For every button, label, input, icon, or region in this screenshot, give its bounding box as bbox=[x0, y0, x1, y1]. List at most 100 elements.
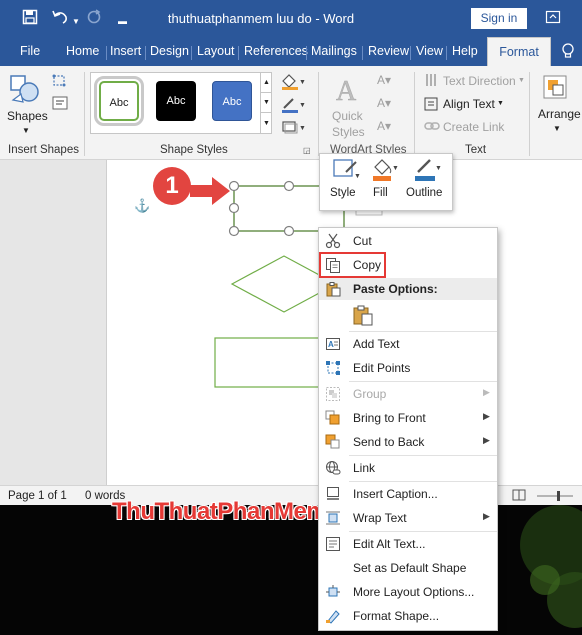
tab-review[interactable]: Review bbox=[368, 44, 409, 58]
tab-help[interactable]: Help bbox=[452, 44, 478, 58]
shape-styles-launcher-icon[interactable]: ◲ bbox=[303, 146, 311, 155]
gallery-scroll-up[interactable]: ▲ bbox=[260, 73, 272, 92]
menu-item-add-text[interactable]: A Add Text bbox=[319, 333, 497, 355]
copy-highlight-box bbox=[319, 252, 386, 278]
create-link-button[interactable]: Create Link bbox=[443, 120, 504, 134]
style-icon[interactable]: ▼ bbox=[332, 158, 361, 183]
arrange-dropdown-icon[interactable]: ▼ bbox=[553, 124, 561, 133]
title-bar: ▼ ▬ thuthuatphanmem luu do - Word Sign i… bbox=[0, 0, 582, 38]
ribbon-display-options-icon[interactable] bbox=[545, 9, 561, 30]
shape-effects-icon[interactable]: ▼ bbox=[280, 118, 306, 139]
text-effects-icon[interactable]: A▾ bbox=[377, 119, 391, 133]
gallery-more[interactable]: ▼ bbox=[260, 112, 272, 133]
menu-item-insert-caption[interactable]: Insert Caption... bbox=[319, 483, 497, 505]
fill-icon[interactable]: ▼ bbox=[370, 156, 400, 185]
outline-icon[interactable]: ▼ bbox=[412, 156, 442, 185]
tab-format[interactable]: Format bbox=[487, 37, 551, 67]
outline-button[interactable]: Outline bbox=[406, 187, 442, 199]
fill-button[interactable]: Fill bbox=[373, 187, 388, 199]
text-direction-dropdown-icon[interactable]: ▼ bbox=[518, 77, 525, 84]
arrange-icon[interactable] bbox=[542, 74, 570, 105]
style-button[interactable]: Style bbox=[330, 187, 356, 199]
tab-references[interactable]: References bbox=[244, 44, 308, 58]
align-text-dropdown-icon[interactable]: ▼ bbox=[497, 100, 504, 107]
menu-item-bring-to-front[interactable]: Bring to Front ▶ bbox=[319, 407, 497, 429]
quick-styles-button[interactable]: Quick Styles bbox=[332, 108, 372, 140]
edit-shape-icon[interactable] bbox=[52, 74, 70, 91]
text-direction-button[interactable]: Text Direction bbox=[443, 74, 516, 88]
edit-points-icon bbox=[325, 360, 341, 376]
shape-style-outline[interactable]: Abc bbox=[94, 76, 144, 126]
read-mode-icon[interactable] bbox=[512, 489, 526, 504]
tab-divider bbox=[446, 46, 447, 60]
link-icon bbox=[424, 120, 440, 135]
menu-item-link[interactable]: Link bbox=[319, 457, 497, 479]
menu-label: Edit Points bbox=[353, 361, 411, 375]
group-label-shape-styles: Shape Styles bbox=[160, 144, 228, 156]
group-icon bbox=[325, 386, 341, 402]
mini-toolbar: ▼ Style ▼ Fill ▼ Outline bbox=[319, 153, 453, 211]
group-label-insert-shapes: Insert Shapes bbox=[8, 144, 79, 156]
menu-item-edit-points[interactable]: Edit Points bbox=[319, 357, 497, 379]
svg-text:▼: ▼ bbox=[354, 173, 360, 180]
shape-outline-icon[interactable]: ▼ bbox=[280, 95, 306, 116]
send-to-back-icon bbox=[325, 434, 341, 450]
menu-separator bbox=[349, 481, 497, 482]
shape-style-blue[interactable]: Abc bbox=[212, 81, 252, 121]
process-rectangle-shape[interactable] bbox=[214, 337, 336, 388]
menu-item-set-default-shape[interactable]: Set as Default Shape bbox=[319, 557, 497, 579]
shapes-dropdown-icon[interactable]: ▼ bbox=[22, 126, 30, 135]
tab-design[interactable]: Design bbox=[150, 44, 189, 58]
tab-insert[interactable]: Insert bbox=[110, 44, 141, 58]
align-text-icon bbox=[424, 97, 438, 114]
text-outline-icon[interactable]: A▾ bbox=[377, 96, 391, 110]
menu-item-group[interactable]: Group ▶ bbox=[319, 383, 497, 405]
tab-divider bbox=[191, 46, 192, 60]
tab-home[interactable]: Home bbox=[66, 44, 99, 58]
link-globe-icon bbox=[325, 460, 341, 476]
menu-item-more-layout-options[interactable]: More Layout Options... bbox=[319, 581, 497, 603]
shape-fill-icon[interactable]: ▼ bbox=[280, 72, 306, 93]
submenu-arrow-icon: ▶ bbox=[483, 387, 490, 397]
menu-item-format-shape[interactable]: Format Shape... bbox=[319, 605, 497, 627]
tab-divider bbox=[410, 46, 411, 60]
shapes-icon[interactable] bbox=[9, 74, 41, 107]
menu-label: Link bbox=[353, 461, 376, 475]
paste-keep-source-icon[interactable] bbox=[352, 304, 374, 329]
menu-item-wrap-text[interactable]: Wrap Text ▶ bbox=[319, 507, 497, 529]
tab-mailings[interactable]: Mailings bbox=[311, 44, 357, 58]
tab-view[interactable]: View bbox=[416, 44, 443, 58]
gallery-scroll-down[interactable]: ▼ bbox=[260, 92, 272, 112]
menu-label: Wrap Text bbox=[353, 511, 407, 525]
tab-divider bbox=[238, 46, 239, 60]
lightbulb-icon[interactable] bbox=[561, 42, 575, 63]
menu-item-send-to-back[interactable]: Send to Back ▶ bbox=[319, 431, 497, 453]
page-count[interactable]: Page 1 of 1 bbox=[8, 490, 67, 502]
menu-label: Paste Options: bbox=[353, 282, 438, 296]
menu-item-cut[interactable]: Cut bbox=[319, 230, 497, 252]
wrap-text-icon bbox=[325, 510, 341, 526]
format-shape-icon bbox=[325, 608, 341, 624]
arrange-button[interactable]: Arrange bbox=[538, 107, 581, 121]
quick-styles-icon[interactable]: A bbox=[334, 74, 366, 109]
zoom-slider-icon[interactable] bbox=[535, 490, 575, 502]
menu-separator bbox=[349, 455, 497, 456]
menu-item-edit-alt-text[interactable]: Edit Alt Text... bbox=[319, 533, 497, 555]
svg-text:▼: ▼ bbox=[299, 125, 306, 132]
tab-layout[interactable]: Layout bbox=[197, 44, 235, 58]
resize-handle bbox=[228, 225, 240, 237]
shapes-button[interactable]: Shapes bbox=[7, 109, 48, 123]
paste-icon bbox=[325, 281, 341, 297]
layout-options-icon bbox=[325, 584, 341, 600]
resize-handle bbox=[283, 180, 295, 192]
text-fill-icon[interactable]: A▾ bbox=[377, 73, 391, 87]
menu-separator bbox=[349, 531, 497, 532]
alt-text-icon bbox=[325, 536, 341, 552]
group-divider bbox=[529, 72, 530, 156]
tab-file[interactable]: File bbox=[20, 44, 40, 58]
shape-style-black[interactable]: Abc bbox=[156, 81, 196, 121]
menu-label: Group bbox=[353, 387, 387, 401]
sign-in-button[interactable]: Sign in bbox=[471, 8, 527, 29]
align-text-button[interactable]: Align Text bbox=[443, 97, 495, 111]
text-box-icon[interactable] bbox=[52, 96, 68, 113]
